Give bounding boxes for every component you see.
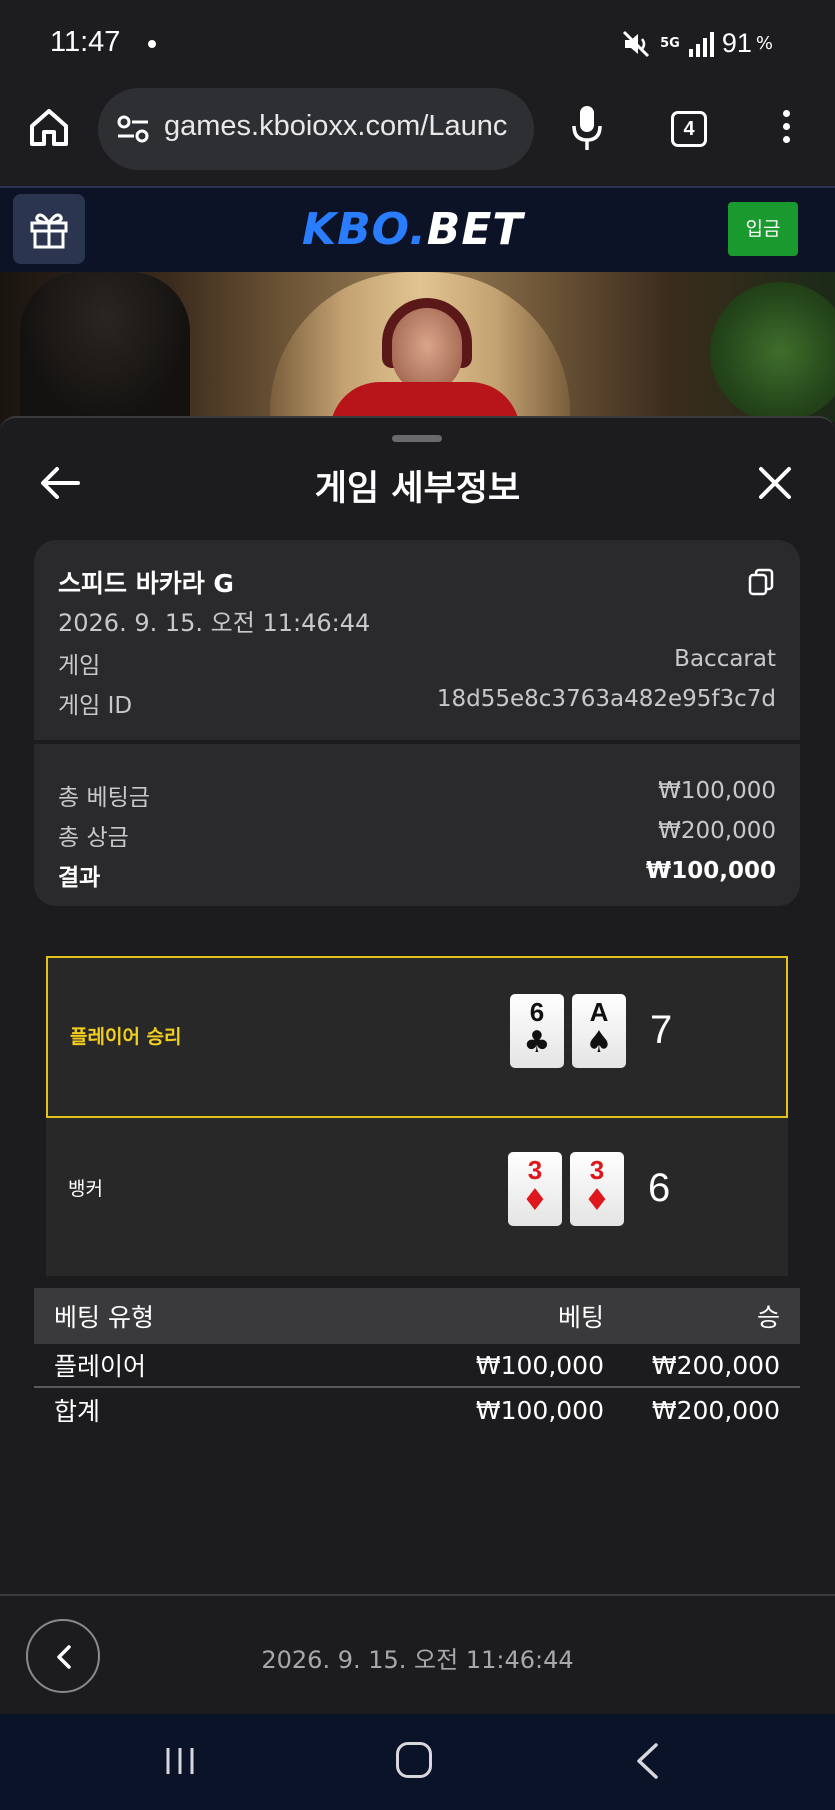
bet-table-header: 베팅 유형 베팅 승 xyxy=(34,1288,800,1344)
sheet-title: 게임 세부정보 xyxy=(314,469,521,509)
banker-label: 뱅커 xyxy=(68,1178,103,1200)
sheet-footer: 2026. 9. 15. 오전 11:46:44 xyxy=(0,1594,835,1716)
address-bar[interactable]: games.kboioxx.com/Launc xyxy=(98,88,534,170)
network-5g-icon: 5G xyxy=(660,35,680,51)
card-rank: 6 xyxy=(529,997,545,1027)
total-prize-value: ₩200,000 xyxy=(658,818,776,844)
card-rank: 3 xyxy=(589,1155,605,1185)
table-total-row: 합계 ₩100,000 ₩200,000 xyxy=(34,1388,800,1432)
total-bet-cell: ₩100,000 xyxy=(475,1395,604,1425)
bet-type-cell: 플레이어 xyxy=(54,1352,147,1381)
site-header: KBO.BET 입금 xyxy=(0,186,835,272)
copy-icon[interactable] xyxy=(748,568,774,596)
game-id-label: 게임 ID xyxy=(58,693,133,719)
game-name: 스피드 바카라 G xyxy=(58,569,234,598)
column-bet-type: 베팅 유형 xyxy=(54,1303,154,1332)
playing-card: A ♠ xyxy=(572,994,626,1068)
nav-back-icon[interactable] xyxy=(634,1742,660,1780)
browser-toolbar: games.kboioxx.com/Launc 4 xyxy=(0,86,835,186)
status-icons: 5G 91 % xyxy=(622,28,773,59)
battery-unit: % xyxy=(755,33,773,54)
card-rank: A xyxy=(589,997,609,1027)
game-type-row: 게임 Baccarat xyxy=(58,646,776,680)
gift-icon xyxy=(30,213,68,249)
spade-suit-icon: ♠ xyxy=(585,1025,613,1060)
recent-apps-icon[interactable] xyxy=(164,1746,196,1776)
diamond-suit-icon: ♦ xyxy=(521,1183,549,1218)
table-row: 플레이어 ₩100,000 ₩200,000 xyxy=(34,1344,800,1388)
result-row: 결과 ₩100,000 xyxy=(58,858,776,892)
video-dealer-face xyxy=(392,308,462,392)
microphone-icon[interactable] xyxy=(570,104,604,152)
site-logo[interactable]: KBO.BET xyxy=(302,204,523,255)
total-prize-label: 총 상금 xyxy=(58,825,129,851)
card-rank: 3 xyxy=(527,1155,543,1185)
total-win-cell: ₩200,000 xyxy=(651,1395,780,1425)
playing-card: 6 ♣ xyxy=(510,994,564,1068)
card-divider xyxy=(34,740,800,744)
game-type-value: Baccarat xyxy=(674,646,776,672)
nav-home-icon[interactable] xyxy=(396,1742,432,1778)
home-icon[interactable] xyxy=(26,104,72,150)
sheet-drag-handle[interactable] xyxy=(392,435,442,442)
total-prize-row: 총 상금 ₩200,000 xyxy=(58,818,776,852)
result-value: ₩100,000 xyxy=(645,858,776,884)
signal-icon xyxy=(688,31,714,57)
total-bet-label: 총 베팅금 xyxy=(58,785,150,811)
banker-outcome-row: 뱅커 3 ♦ 3 ♦ 6 xyxy=(46,1118,788,1276)
player-win-label: 플레이어 승리 xyxy=(70,1026,182,1048)
game-type-label: 게임 xyxy=(58,653,101,679)
total-bet-value: ₩100,000 xyxy=(658,778,776,804)
player-score: 7 xyxy=(650,1008,673,1052)
site-settings-icon[interactable] xyxy=(116,112,150,146)
game-datetime: 2026. 9. 15. 오전 11:46:44 xyxy=(58,609,371,637)
column-bet: 베팅 xyxy=(557,1303,604,1332)
player-outcome-row: 플레이어 승리 6 ♣ A ♠ 7 xyxy=(46,956,788,1118)
video-plant xyxy=(710,282,835,422)
playing-card: 3 ♦ xyxy=(570,1152,624,1226)
diamond-suit-icon: ♦ xyxy=(583,1183,611,1218)
club-suit-icon: ♣ xyxy=(523,1025,551,1060)
deposit-button[interactable]: 입금 xyxy=(728,202,798,256)
battery-level: 91 xyxy=(721,28,752,58)
gift-button[interactable] xyxy=(13,194,85,264)
total-bet-row: 총 베팅금 ₩100,000 xyxy=(58,778,776,812)
game-id-row: 게임 ID 18d55e8c3763a482e95f3c7d xyxy=(58,686,776,720)
footer-datetime: 2026. 9. 15. 오전 11:46:44 xyxy=(261,1646,574,1674)
game-details-sheet: 게임 세부정보 스피드 바카라 G 2026. 9. 15. 오전 11:46:… xyxy=(0,416,835,1716)
status-time: 11:47 xyxy=(50,26,121,58)
video-person-left xyxy=(20,272,190,422)
bet-amount-cell: ₩100,000 xyxy=(475,1350,604,1380)
tab-switcher-button[interactable]: 4 xyxy=(671,111,707,147)
status-bar: 11:47 5G 91 % xyxy=(0,0,835,86)
system-navigation-bar xyxy=(0,1714,835,1810)
game-info-card: 스피드 바카라 G 2026. 9. 15. 오전 11:46:44 게임 Ba… xyxy=(34,540,800,906)
win-amount-cell: ₩200,000 xyxy=(651,1350,780,1380)
column-win: 승 xyxy=(756,1303,780,1332)
live-video-stream xyxy=(0,272,835,422)
result-label: 결과 xyxy=(58,865,101,891)
more-menu-icon[interactable] xyxy=(776,110,796,150)
bet-table: 베팅 유형 베팅 승 플레이어 ₩100,000 ₩200,000 합계 ₩10… xyxy=(34,1288,800,1432)
mute-icon xyxy=(623,30,650,57)
banker-score: 6 xyxy=(648,1166,671,1210)
game-id-value: 18d55e8c3763a482e95f3c7d xyxy=(436,686,776,712)
total-label-cell: 합계 xyxy=(54,1397,101,1426)
close-icon[interactable] xyxy=(758,466,792,500)
url-text[interactable]: games.kboioxx.com/Launc xyxy=(164,110,507,143)
playing-card: 3 ♦ xyxy=(508,1152,562,1226)
notification-dot xyxy=(148,40,156,48)
